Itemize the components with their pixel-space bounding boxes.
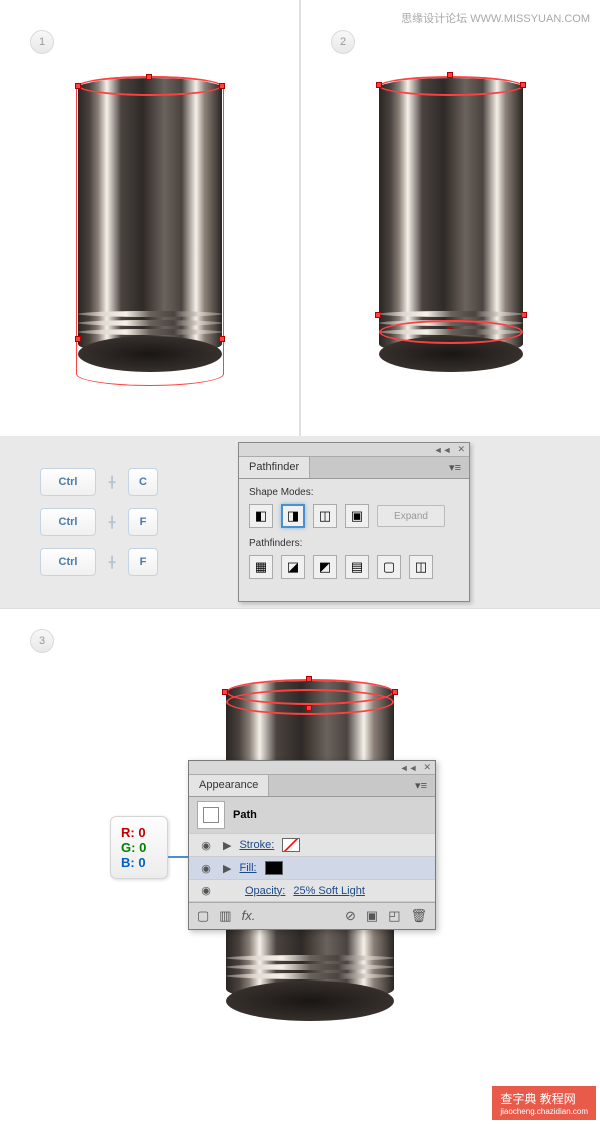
plus-icon: ╋ [104, 554, 120, 570]
collapse-icon[interactable]: ◄◄ [400, 763, 418, 773]
delete-icon[interactable]: 🗑 [410, 908, 427, 924]
clear-icon[interactable]: ▥ [219, 908, 231, 924]
minus-back-button[interactable]: ◫ [409, 555, 433, 579]
step-1-panel: 1 [0, 0, 299, 436]
clear-appearance-icon[interactable]: ⊘ [345, 908, 356, 924]
step-badge-2: 2 [331, 30, 355, 54]
crop-button[interactable]: ▤ [345, 555, 369, 579]
footer-watermark: 查字典 教程网 jiaocheng.chazidian.com [492, 1086, 596, 1120]
visibility-icon[interactable]: ◉ [197, 839, 215, 852]
pathfinder-tab[interactable]: Pathfinder [239, 457, 310, 478]
exclude-button[interactable]: ▣ [345, 504, 369, 528]
panel-menu-icon[interactable]: ▾≡ [441, 457, 469, 478]
opacity-value[interactable]: 25% Soft Light [293, 885, 365, 897]
path-header-row: Path [189, 797, 435, 834]
appearance-panel: ◄◄ ✕ Appearance ▾≡ Path ◉ ▶ Stroke: ◉ ▶ … [188, 760, 436, 930]
appearance-tab[interactable]: Appearance [189, 775, 269, 796]
merge-button[interactable]: ◩ [313, 555, 337, 579]
close-icon[interactable]: ✕ [423, 762, 431, 773]
watermark-text: 思缘设计论坛 WWW.MISSYUAN.COM [401, 10, 590, 26]
opacity-row[interactable]: ◉ Opacity: 25% Soft Light [189, 880, 435, 902]
new-icon[interactable]: ◰ [388, 908, 400, 924]
shortcut-copy: Ctrl ╋ C [40, 468, 158, 496]
stroke-row[interactable]: ◉ ▶ Stroke: [189, 834, 435, 857]
expand-arrow-icon[interactable]: ▶ [223, 862, 231, 875]
intersect-button[interactable]: ◫ [313, 504, 337, 528]
plus-icon: ╋ [104, 474, 120, 490]
collapse-icon[interactable]: ◄◄ [434, 445, 452, 455]
pathfinders-label: Pathfinders: [249, 538, 459, 549]
ctrl-key: Ctrl [40, 548, 96, 576]
fill-row[interactable]: ◉ ▶ Fill: [189, 857, 435, 880]
minus-front-button[interactable]: ◨ [281, 504, 305, 528]
cylinder-illustration-2 [379, 78, 523, 384]
step-badge-1: 1 [30, 30, 54, 54]
visibility-icon[interactable]: ◉ [197, 862, 215, 875]
f-key: F [128, 508, 158, 536]
ctrl-key: Ctrl [40, 508, 96, 536]
f-key: F [128, 548, 158, 576]
path-label: Path [233, 809, 257, 821]
plus-icon: ╋ [104, 514, 120, 530]
stroke-swatch-none[interactable] [282, 838, 300, 852]
fill-swatch-black[interactable] [265, 861, 283, 875]
trim-button[interactable]: ◪ [281, 555, 305, 579]
stroke-label[interactable]: Stroke: [239, 839, 274, 851]
ctrl-key: Ctrl [40, 468, 96, 496]
panel-menu-icon[interactable]: ▾≡ [407, 775, 435, 796]
fx-label[interactable]: fx. [242, 908, 256, 924]
shape-modes-label: Shape Modes: [249, 487, 459, 498]
step-badge-3: 3 [30, 629, 54, 653]
new-art-icon[interactable]: ▢ [197, 908, 209, 924]
shortcut-paste-front-2: Ctrl ╋ F [40, 548, 158, 576]
path-thumbnail [197, 801, 225, 829]
opacity-label[interactable]: Opacity: [245, 885, 285, 897]
visibility-icon[interactable]: ◉ [197, 884, 215, 897]
pathfinder-panel: ◄◄ ✕ Pathfinder ▾≡ Shape Modes: ◧ ◨ ◫ ▣ … [238, 442, 470, 602]
divide-button[interactable]: ▦ [249, 555, 273, 579]
shortcuts-and-pathfinder-section: Ctrl ╋ C Ctrl ╋ F Ctrl ╋ F ◄◄ ✕ Pathfind… [0, 436, 600, 608]
outline-button[interactable]: ▢ [377, 555, 401, 579]
duplicate-icon[interactable]: ▣ [366, 908, 378, 924]
expand-arrow-icon[interactable]: ▶ [223, 839, 231, 852]
appearance-panel-footer: ▢ ▥ fx. ⊘ ▣ ◰ 🗑 [189, 902, 435, 929]
keyboard-shortcuts: Ctrl ╋ C Ctrl ╋ F Ctrl ╋ F [40, 468, 158, 576]
c-key: C [128, 468, 158, 496]
expand-button[interactable]: Expand [377, 505, 445, 527]
step-2-panel: 思缘设计论坛 WWW.MISSYUAN.COM 2 [301, 0, 600, 436]
unite-button[interactable]: ◧ [249, 504, 273, 528]
rgb-values-tooltip: R: 0 G: 0 B: 0 [110, 816, 168, 879]
close-icon[interactable]: ✕ [457, 444, 465, 455]
cylinder-illustration-1 [78, 78, 222, 384]
fill-label[interactable]: Fill: [239, 862, 256, 874]
shortcut-paste-front-1: Ctrl ╋ F [40, 508, 158, 536]
